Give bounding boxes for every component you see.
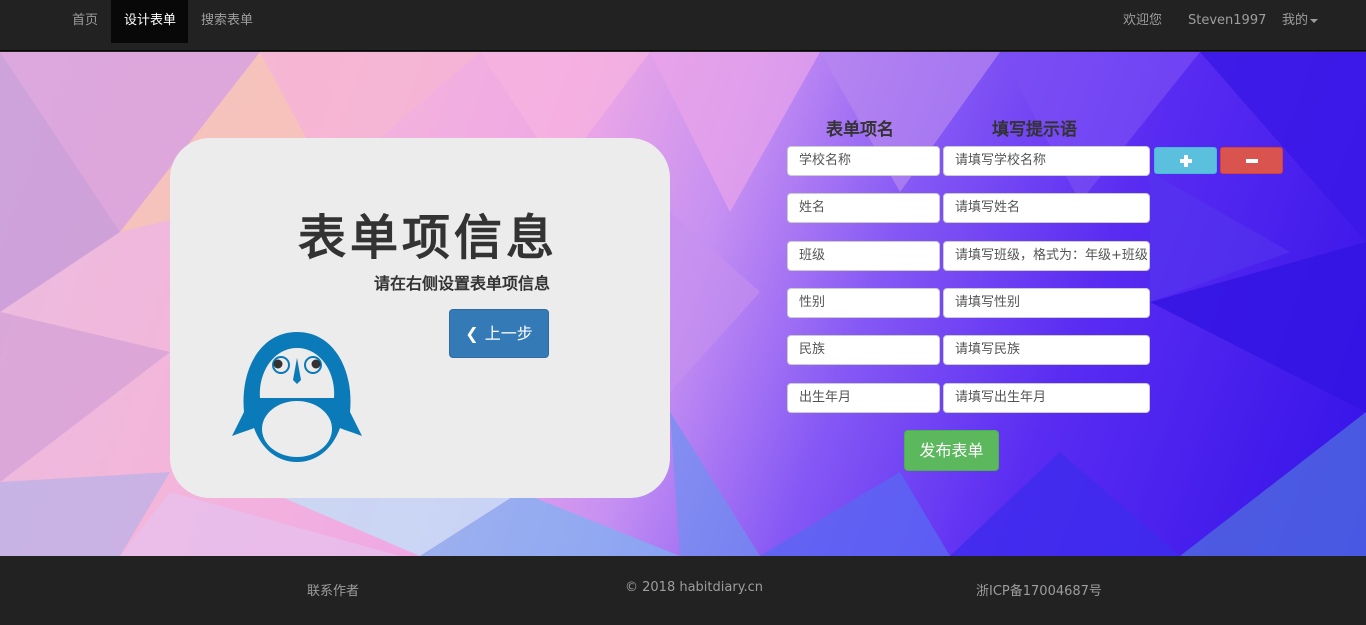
footer-icp-link[interactable]: 浙ICP备17004687号 — [976, 580, 1102, 599]
nav-mine-dropdown[interactable]: 我的 — [1269, 0, 1331, 43]
remove-item-button[interactable] — [1220, 147, 1283, 174]
top-navbar: 首页 设计表单 搜索表单 欢迎您 Steven1997 我的 — [0, 0, 1366, 51]
nav-welcome: 欢迎您 — [1123, 13, 1163, 28]
column-header-hint: 填写提示语 — [992, 120, 1077, 140]
nav-mine-label: 我的 — [1282, 13, 1309, 28]
item-hint-input[interactable]: 请填写学校名称 — [943, 146, 1150, 176]
hero-section: 表单项信息 请在右侧设置表单项信息 ❮ 上一步 表单项名 填写提示语 学校名称 请… — [0, 52, 1366, 556]
item-name-input[interactable]: 性别 — [787, 288, 940, 318]
column-header-name: 表单项名 — [826, 120, 894, 140]
back-button[interactable]: ❮ 上一步 — [449, 309, 549, 358]
card-subtitle: 请在右侧设置表单项信息 — [373, 274, 550, 293]
footer: 联系作者 © 2018 habitdiary.cn 浙ICP备17004687号 — [0, 556, 1366, 625]
chevron-left-icon: ❮ — [465, 324, 479, 343]
nav-design-form[interactable]: 设计表单 — [111, 0, 188, 43]
item-hint-input[interactable]: 请填写出生年月 — [943, 383, 1150, 413]
nav-search-form[interactable]: 搜索表单 — [188, 0, 266, 43]
info-card: 表单项信息 请在右侧设置表单项信息 ❮ 上一步 — [170, 138, 670, 498]
back-button-label: 上一步 — [484, 324, 533, 343]
minus-icon — [1245, 159, 1258, 163]
item-name-input[interactable]: 民族 — [787, 335, 940, 365]
item-name-input[interactable]: 班级 — [787, 241, 940, 271]
nav-home[interactable]: 首页 — [59, 0, 111, 43]
item-hint-input[interactable]: 请填写班级，格式为：年级+班级 — [943, 241, 1150, 271]
footer-copyright: © 2018 habitdiary.cn — [625, 580, 764, 595]
penguin-logo — [232, 332, 362, 462]
item-name-input[interactable]: 学校名称 — [787, 146, 940, 176]
item-name-input[interactable]: 姓名 — [787, 193, 940, 223]
add-item-button[interactable] — [1154, 147, 1217, 174]
item-hint-input[interactable]: 请填写性别 — [943, 288, 1150, 318]
item-hint-input[interactable]: 请填写民族 — [943, 335, 1150, 365]
caret-down-icon — [1310, 18, 1319, 23]
publish-form-button[interactable]: 发布表单 — [904, 430, 999, 471]
nav-username[interactable]: Steven1997 — [1175, 0, 1279, 43]
plus-icon — [1179, 155, 1192, 167]
card-title: 表单项信息 — [297, 210, 558, 266]
item-name-input[interactable]: 出生年月 — [787, 383, 940, 413]
footer-contact-link[interactable]: 联系作者 — [307, 580, 359, 599]
item-hint-input[interactable]: 请填写姓名 — [943, 193, 1150, 223]
